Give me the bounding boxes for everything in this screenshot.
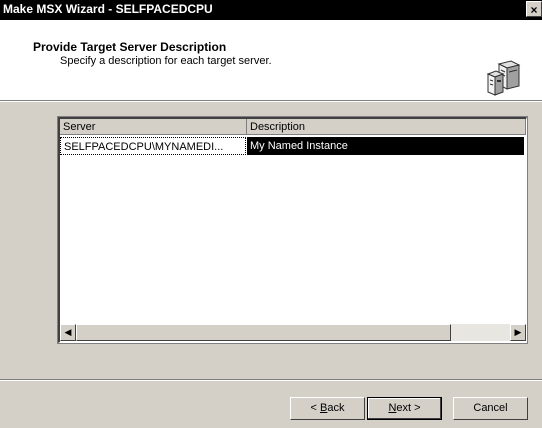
page-title: Provide Target Server Description — [33, 40, 227, 54]
scroll-thumb[interactable] — [76, 324, 451, 341]
wizard-window: Make MSX Wizard - SELFPACEDCPU × Provide… — [0, 0, 542, 428]
arrow-right-icon: ▶ — [514, 327, 522, 337]
close-button[interactable]: × — [526, 1, 542, 17]
close-icon: × — [530, 3, 538, 17]
page-subtitle: Specify a description for each target se… — [60, 55, 272, 67]
arrow-left-icon: ◀ — [64, 327, 72, 337]
back-label-prefix: < — [310, 402, 320, 414]
column-header-server[interactable]: Server — [60, 119, 247, 135]
next-label-rest: ext > — [396, 402, 421, 414]
wizard-header: Provide Target Server Description Specif… — [0, 20, 542, 100]
back-label-rest: ack — [327, 402, 345, 414]
description-cell[interactable]: My Named Instance — [247, 137, 524, 155]
server-group-icon — [486, 60, 521, 96]
cancel-button[interactable]: Cancel — [453, 397, 528, 420]
next-button[interactable]: Next > — [367, 397, 442, 420]
back-button[interactable]: < Back — [290, 397, 365, 420]
scroll-left-button[interactable]: ◀ — [60, 324, 76, 341]
footer-divider — [0, 379, 542, 381]
server-cell[interactable]: SELFPACEDCPU\MYNAMEDI... — [60, 137, 246, 155]
target-server-list[interactable]: Server Description SELFPACEDCPU\MYNAMEDI… — [57, 116, 528, 344]
column-header-description[interactable]: Description — [247, 119, 526, 135]
scroll-right-button[interactable]: ▶ — [510, 324, 526, 341]
window-title: Make MSX Wizard - SELFPACEDCPU — [3, 2, 213, 16]
title-bar[interactable]: Make MSX Wizard - SELFPACEDCPU × — [0, 0, 542, 20]
header-divider — [0, 100, 542, 102]
horizontal-scrollbar[interactable]: ◀ ▶ — [60, 324, 526, 341]
